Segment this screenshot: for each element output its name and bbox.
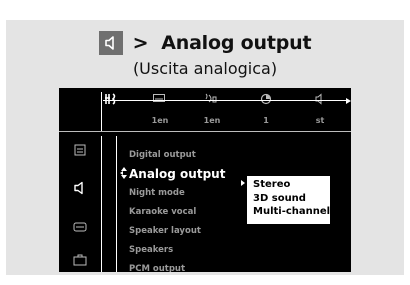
setup-sidebar <box>59 136 101 272</box>
subtitle-language-value: 1en <box>151 116 169 125</box>
speaker-icon[interactable] <box>71 180 89 196</box>
option-stereo[interactable]: Stereo <box>253 178 330 192</box>
angle-value: 1 <box>263 116 269 125</box>
menu-item-pcm-output[interactable]: PCM output <box>129 260 249 272</box>
menu-divider <box>116 136 117 272</box>
menu-item-speaker-layout[interactable]: Speaker layout <box>129 222 249 241</box>
setup-tab-bar <box>59 88 351 112</box>
briefcase-icon[interactable] <box>71 252 89 268</box>
menu-item-night-mode[interactable]: Night mode <box>129 184 249 203</box>
angle-icon[interactable] <box>259 92 273 106</box>
document-icon[interactable] <box>71 142 89 158</box>
heading-subtitle: (Uscita analogica) <box>132 59 278 78</box>
subtitle-icon[interactable] <box>71 220 89 236</box>
audio-setup-menu: Digital output Analog output Night mode … <box>129 146 249 272</box>
analog-output-options: Stereo 3D sound Multi-channel <box>247 176 330 224</box>
menu-item-analog-output[interactable]: Analog output <box>129 165 249 184</box>
audio-language-value: 1en <box>203 116 221 125</box>
speaker-tab-icon[interactable] <box>313 92 327 106</box>
instruction-heading: > Analog output (Uscita analogica) <box>6 28 404 80</box>
menu-navigation-arrows <box>119 165 129 179</box>
option-multi-channel[interactable]: Multi-channel <box>253 205 330 219</box>
settings-icon[interactable] <box>103 92 119 106</box>
menu-item-digital-output[interactable]: Digital output <box>129 146 249 165</box>
setup-menu-screen: 1en 1en 1 st Digital output Analog outpu… <box>59 88 351 272</box>
audio-mode-value: st <box>315 116 325 125</box>
heading-title-text: Analog output <box>161 32 312 54</box>
audio-icon[interactable] <box>204 92 218 106</box>
speaker-icon <box>98 31 123 55</box>
tab-underline <box>103 100 347 101</box>
header-divider <box>59 131 351 132</box>
tab-divider <box>101 92 102 132</box>
instruction-panel: > Analog output (Uscita analogica) 1en 1… <box>6 20 404 275</box>
heading-arrow: > <box>132 32 149 54</box>
sidebar-divider <box>101 136 102 272</box>
option-3d-sound[interactable]: 3D sound <box>253 192 330 206</box>
tab-values-bar: 1en 1en 1 st <box>59 112 351 132</box>
heading-title: > Analog output <box>133 32 312 54</box>
menu-item-karaoke-vocal[interactable]: Karaoke vocal <box>129 203 249 222</box>
subtitle-icon[interactable] <box>152 92 166 106</box>
menu-item-speakers[interactable]: Speakers <box>129 241 249 260</box>
tab-scroll-arrow-icon[interactable] <box>346 98 351 104</box>
option-pointer-icon <box>241 180 245 186</box>
